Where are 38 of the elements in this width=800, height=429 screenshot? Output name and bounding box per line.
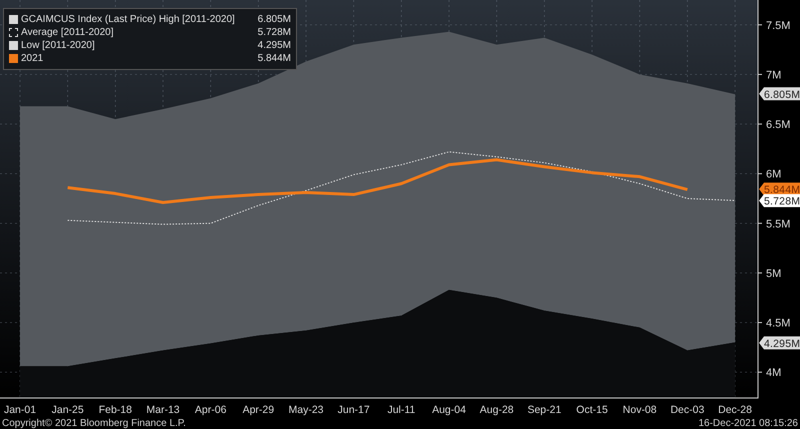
x-axis-label: Dec-03 [670, 404, 704, 416]
x-axis-label: Mar-13 [146, 404, 180, 416]
value-tag: 6.805M [759, 87, 800, 101]
y-axis-label: 5M [766, 268, 782, 280]
x-axis-label: Jan-01 [4, 404, 36, 416]
legend-value: 6.805M [258, 13, 291, 26]
copyright-text: Copyright© 2021 Bloomberg Finance L.P. [2, 418, 186, 429]
y-axis-label: 6.5M [766, 119, 790, 132]
y-axis-label: 4M [766, 367, 782, 380]
x-axis-label: Aug-28 [480, 404, 514, 416]
value-tag: 5.728M [759, 194, 800, 208]
y-axis-label: 5.5M [766, 218, 790, 230]
timestamp: 16-Dec-2021 08:15:26 [698, 418, 798, 429]
x-axis-label: May-23 [288, 404, 324, 416]
legend-label: Low [2011-2020] [21, 39, 96, 52]
legend-value: 5.728M [258, 26, 291, 39]
y-axis-label: 4.5M [766, 318, 790, 330]
value-tag: 5.844M [759, 182, 800, 196]
legend-value: 5.844M [258, 52, 291, 65]
value-tag: 4.295M [759, 336, 800, 350]
legend-label: GCAIMCUS Index (Last Price) High [2011-2020] [21, 13, 236, 26]
x-axis-label: Oct-15 [576, 404, 608, 416]
x-axis-label: Apr-06 [194, 404, 226, 416]
x-axis-label: Jul-11 [387, 404, 416, 416]
x-axis-label: Feb-18 [98, 404, 132, 416]
y-axis-label: 7M [766, 69, 782, 82]
legend-label: 2021 [21, 52, 44, 65]
x-axis-label: Aug-04 [432, 404, 466, 416]
x-axis-label: Nov-08 [622, 404, 657, 416]
y-axis-label: 7.5M [766, 20, 790, 32]
y-axis-label: 6M [766, 168, 782, 181]
x-axis-label: Dec-28 [718, 404, 752, 416]
x-axis-label: Sep-21 [527, 404, 562, 416]
legend-value: 4.295M [258, 39, 291, 52]
x-axis-label: Jan-25 [52, 404, 84, 416]
legend-label: Average [2011-2020] [21, 26, 114, 39]
x-axis-label: Apr-29 [242, 404, 274, 416]
x-axis-label: Jun-17 [338, 404, 370, 416]
